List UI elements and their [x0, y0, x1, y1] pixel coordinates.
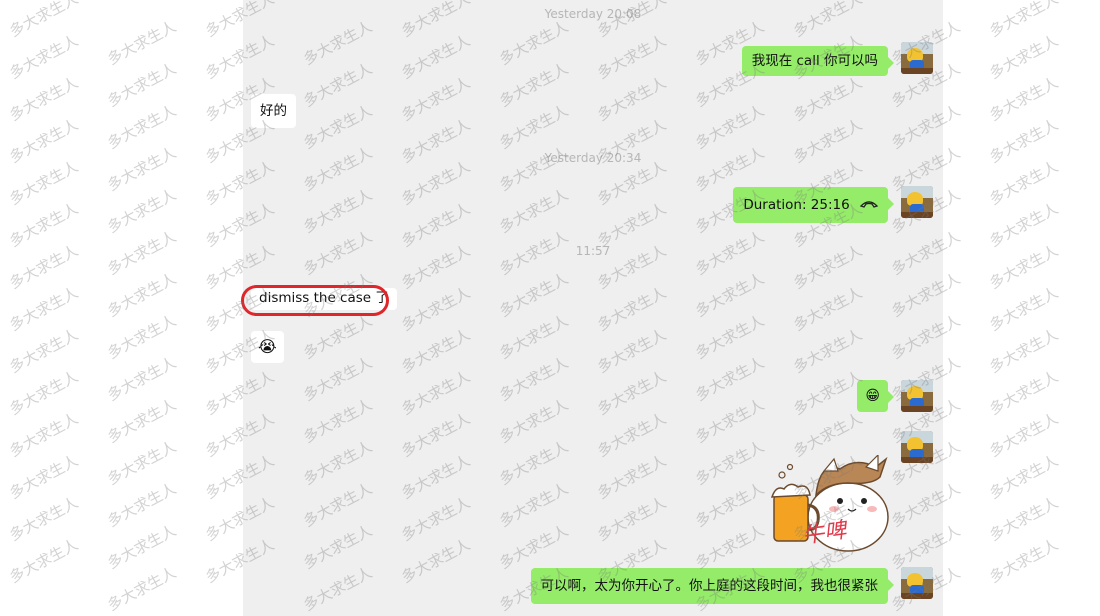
my-avatar[interactable]	[901, 42, 933, 74]
grin-emoji-icon: 😁	[865, 388, 880, 404]
my-avatar[interactable]	[901, 567, 933, 599]
watermark-text: 多大求生人	[986, 115, 1062, 167]
watermark-text: 多大求生人	[6, 199, 82, 251]
watermark-text: 多大求生人	[986, 283, 1062, 335]
watermark-text: 多大求生人	[104, 59, 180, 111]
my-avatar[interactable]	[901, 431, 933, 463]
message-text: 我现在 call 你可以吗	[751, 53, 878, 69]
watermark-text: 多大求生人	[986, 31, 1062, 83]
phone-icon	[859, 195, 879, 215]
watermark-text: 多大求生人	[104, 521, 180, 573]
watermark-text: 多大求生人	[986, 199, 1062, 251]
watermark-text: 多大求生人	[986, 325, 1062, 377]
watermark-text: 多大求生人	[6, 115, 82, 167]
watermark-text: 多大求生人	[6, 0, 82, 41]
watermark-text: 多大求生人	[6, 451, 82, 503]
watermark-text: 多大求生人	[6, 283, 82, 335]
watermark-text: 多大求生人	[6, 493, 82, 545]
watermark-text: 多大求生人	[986, 157, 1062, 209]
message-text: dismiss the case 了	[259, 290, 389, 306]
watermark-text: 多大求生人	[986, 451, 1062, 503]
watermark-text: 多大求生人	[104, 311, 180, 363]
message-bubble-received[interactable]: 好的	[251, 94, 296, 128]
watermark-text: 多大求生人	[104, 395, 180, 447]
watermark-text: 多大求生人	[104, 227, 180, 279]
watermark-text: 多大求生人	[6, 535, 82, 587]
watermark-text: 多大求生人	[986, 241, 1062, 293]
watermark-text: 多大求生人	[986, 367, 1062, 419]
my-avatar[interactable]	[901, 380, 933, 412]
watermark-text: 多大求生人	[104, 17, 180, 69]
watermark-text: 多大求生人	[104, 353, 180, 405]
watermark-text: 多大求生人	[6, 409, 82, 461]
watermark-text: 多大求生人	[6, 31, 82, 83]
sticker-caption: 牛啤	[800, 518, 848, 549]
watermark-text: 多大求生人	[6, 367, 82, 419]
emoji-bubble-sent[interactable]: 😁	[857, 380, 894, 412]
watermark-text: 多大求生人	[104, 269, 180, 321]
my-avatar[interactable]	[901, 186, 933, 218]
watermark-text: 多大求生人	[6, 325, 82, 377]
message-text: 可以啊，太为你开心了。你上庭的这段时间，我也很紧张	[540, 578, 879, 594]
watermark-text: 多大求生人	[104, 185, 180, 237]
watermark-text: 多大求生人	[986, 493, 1062, 545]
watermark-text: 多大求生人	[6, 73, 82, 125]
beer-cow-sticker[interactable]: 牛啤	[768, 453, 893, 555]
watermark-text: 多大求生人	[986, 73, 1062, 125]
watermark-text: 多大求生人	[104, 143, 180, 195]
message-bubble-received[interactable]: dismiss the case 了	[251, 288, 397, 310]
timestamp: Yesterday 20:34	[544, 151, 642, 165]
watermark-text: 多大求生人	[986, 535, 1062, 587]
watermark-text: 多大求生人	[104, 101, 180, 153]
watermark-text: 多大求生人	[6, 241, 82, 293]
watermark-text: 多大求生人	[104, 563, 180, 615]
watermark-text: 多大求生人	[6, 157, 82, 209]
crying-emoji-icon: 😭	[258, 337, 277, 356]
call-record-bubble[interactable]: Duration: 25:16	[733, 187, 894, 223]
emoji-bubble-received[interactable]: 😭	[251, 331, 284, 363]
chat-panel: Yesterday 20:08 我现在 call 你可以吗 好的 Yesterd…	[243, 0, 943, 616]
watermark-text: 多大求生人	[104, 479, 180, 531]
timestamp: Yesterday 20:08	[544, 7, 642, 21]
watermark-text: 多大求生人	[986, 0, 1062, 41]
message-text: 好的	[260, 103, 287, 119]
call-duration-text: Duration: 25:16	[743, 197, 850, 213]
message-bubble-sent[interactable]: 我现在 call 你可以吗	[741, 46, 895, 76]
message-bubble-sent[interactable]: 可以啊，太为你开心了。你上庭的这段时间，我也很紧张	[530, 568, 894, 604]
timestamp: 11:57	[575, 244, 611, 258]
watermark-text: 多大求生人	[104, 437, 180, 489]
watermark-text: 多大求生人	[986, 409, 1062, 461]
